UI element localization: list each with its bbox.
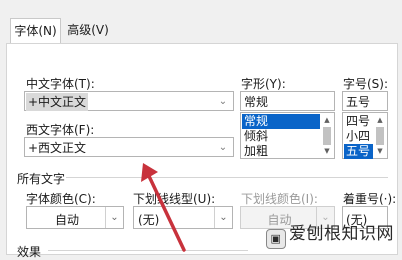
emphasis-label: 着重号(·): — [343, 192, 397, 206]
font-style-option-bold[interactable]: 加粗 — [242, 144, 320, 159]
font-color-dropdown[interactable]: 自动 ⌄ — [26, 206, 124, 229]
scroll-up-icon[interactable]: ▲ — [321, 114, 333, 126]
font-style-input[interactable]: 常规 — [240, 91, 335, 111]
chinese-font-combo[interactable]: +中文正文 ⌄ — [24, 91, 234, 111]
font-size-input[interactable]: 五号 — [342, 91, 388, 111]
font-size-label: 字号(S): — [343, 77, 389, 91]
chinese-font-value: +中文正文 — [26, 93, 89, 111]
scrollbar-thumb[interactable] — [376, 127, 384, 145]
chinese-font-label: 中文字体(T): — [26, 77, 95, 91]
watermark-text: 爱刨根知识网 — [289, 224, 394, 244]
font-color-value: 自动 — [54, 213, 79, 227]
tab-bar: 字体(N) 高级(V) — [0, 0, 402, 44]
font-size-option-5[interactable]: 五号 — [344, 144, 373, 159]
font-style-label: 字形(Y): — [241, 77, 286, 91]
font-style-list[interactable]: 常规 倾斜 加粗 ▲ ▼ — [240, 112, 335, 159]
font-style-value: 常规 — [244, 95, 269, 109]
scroll-down-icon[interactable]: ▼ — [321, 145, 333, 157]
section-divider — [66, 177, 388, 178]
chevron-down-icon[interactable]: ⌄ — [105, 207, 123, 228]
font-size-value: 五号 — [346, 95, 371, 109]
annotation-arrow-icon — [141, 163, 186, 252]
font-style-option-italic[interactable]: 倾斜 — [242, 129, 320, 144]
chevron-down-icon[interactable]: ⌄ — [215, 139, 231, 157]
watermark: ▣ 爱刨根知识网 — [266, 219, 394, 249]
font-size-option-4[interactable]: 四号 — [344, 114, 373, 129]
font-size-option-small4[interactable]: 小四 — [344, 129, 373, 144]
tab-advanced[interactable]: 高级(V) — [63, 18, 113, 43]
chevron-down-icon[interactable]: ⌄ — [214, 207, 232, 228]
font-style-option-regular[interactable]: 常规 — [242, 114, 320, 129]
scrollbar-thumb[interactable] — [323, 127, 331, 145]
all-text-section-label: 所有文字 — [17, 172, 66, 186]
font-color-label: 字体颜色(C): — [26, 192, 96, 206]
effects-section-label: 效果 — [17, 245, 42, 259]
watermark-logo-icon: ▣ — [266, 229, 286, 249]
scroll-up-icon[interactable]: ▲ — [374, 114, 386, 126]
font-size-list[interactable]: 四号 小四 五号 ▲ ▼ — [342, 112, 388, 159]
western-font-value: +西文正文 — [28, 141, 87, 155]
underline-color-label: 下划线颜色(I): — [241, 192, 318, 206]
western-font-combo[interactable]: +西文正文 ⌄ — [24, 137, 234, 157]
western-font-label: 西文字体(F): — [26, 123, 95, 137]
chevron-down-icon[interactable]: ⌄ — [215, 93, 231, 111]
tab-font[interactable]: 字体(N) — [10, 18, 61, 43]
scroll-down-icon[interactable]: ▼ — [374, 145, 386, 157]
